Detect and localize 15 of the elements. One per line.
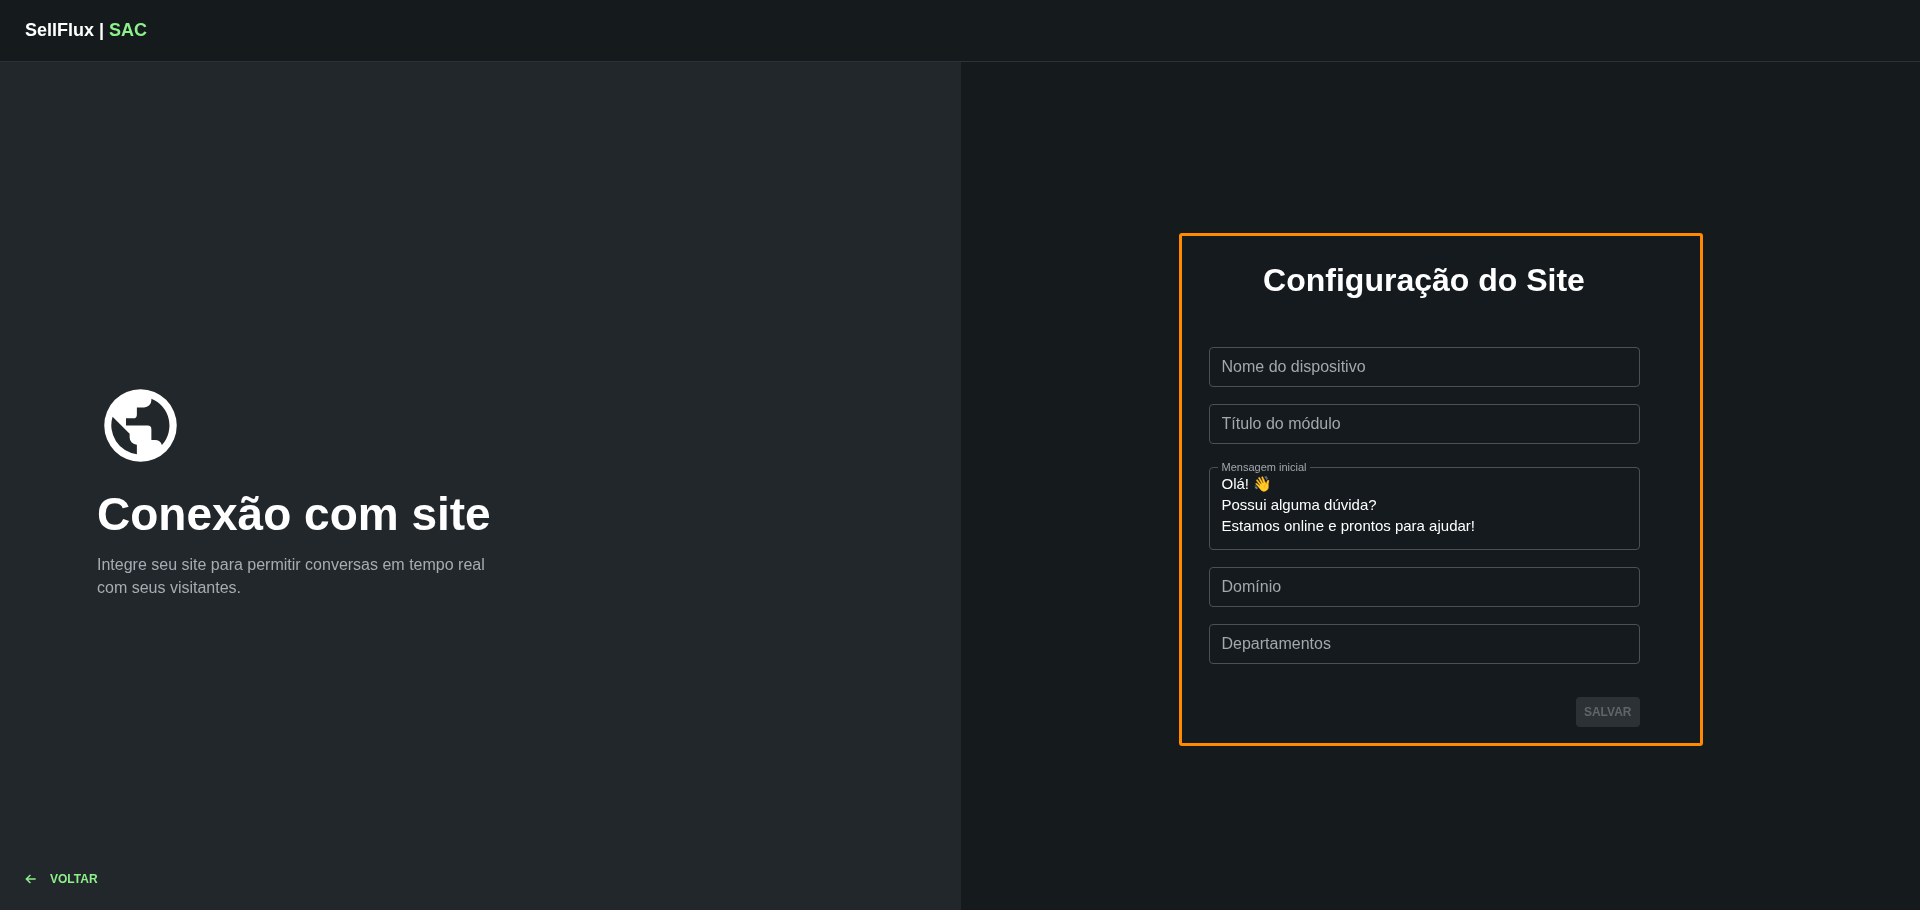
message-text[interactable]: Olá! 👋 Possui alguma dúvida? Estamos online e prontos para ajudar! xyxy=(1221,473,1627,537)
arrow-left-icon xyxy=(24,872,38,886)
brand-separator: | xyxy=(99,20,105,41)
text-field[interactable]: Título do módulo xyxy=(1208,404,1640,444)
page-description: Integre seu site para permitir conversas em tempo real com seus visitantes. xyxy=(97,555,486,598)
brand-name: SellFlux xyxy=(25,20,95,41)
field-label: Mensagem inicial xyxy=(1220,461,1308,473)
form-title: Configuração do Site xyxy=(1262,262,1586,299)
back-link[interactable]: VOLTAR xyxy=(24,872,98,886)
text-field[interactable]: Nome do dispositivo xyxy=(1208,347,1640,387)
text-field[interactable]: Domínio xyxy=(1208,567,1640,607)
product-name: SAC xyxy=(109,20,148,41)
message-field[interactable]: Mensagem inicial Olá! 👋 Possui alguma dúvida? Estamos online e prontos para ajudar! xyxy=(1208,461,1640,550)
text-field[interactable]: Departamentos xyxy=(1208,624,1640,664)
page-title: Conexão com site xyxy=(97,487,492,541)
